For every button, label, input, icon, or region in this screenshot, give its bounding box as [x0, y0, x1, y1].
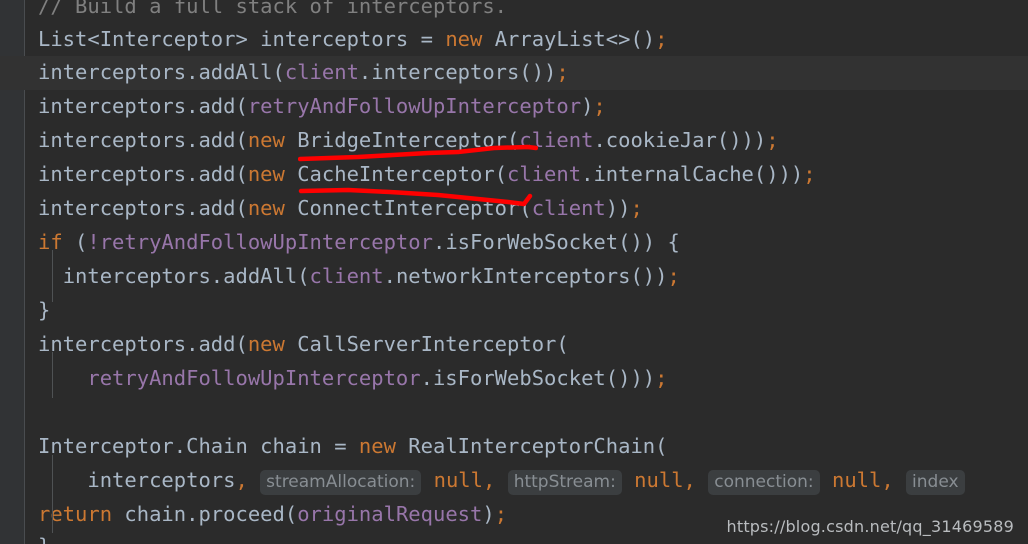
- method-token: networkInterceptors: [395, 264, 631, 288]
- code-line-blank[interactable]: [0, 396, 1028, 430]
- method-token: interceptors: [371, 60, 520, 84]
- inlay-hint-connection[interactable]: connection:: [708, 470, 820, 495]
- keyword-new: new: [247, 332, 285, 356]
- type-token: List<Interceptor>: [38, 27, 248, 51]
- inlay-hint-index[interactable]: index: [906, 470, 965, 495]
- inlay-hint-httpStream[interactable]: httpStream:: [507, 470, 622, 495]
- field-token: retryAndFollowUpInterceptor: [247, 94, 582, 118]
- field-token: client: [531, 196, 606, 220]
- variable-token: chain: [260, 434, 322, 458]
- method-token: proceed: [198, 502, 285, 526]
- variable-token: interceptors: [38, 196, 187, 220]
- method-token: isForWebSocket: [445, 230, 619, 254]
- code-line-highlighted[interactable]: interceptors.addAll(client.interceptors(…: [0, 56, 1028, 90]
- method-token: internalCache: [593, 162, 754, 186]
- indent-guide: [52, 250, 53, 302]
- code-line[interactable]: interceptors.add(retryAndFollowUpInterce…: [0, 90, 1028, 124]
- variable-token: interceptors: [38, 94, 187, 118]
- code-line[interactable]: List<Interceptor> interceptors = new Arr…: [0, 23, 1028, 57]
- code-line[interactable]: // Build a full stack of interceptors.: [0, 0, 1028, 24]
- method-token: add: [198, 94, 236, 118]
- variable-token: interceptors: [38, 332, 187, 356]
- literal-null: null: [433, 468, 483, 492]
- variable-token: interceptors: [38, 128, 187, 152]
- variable-token: chain: [124, 502, 187, 526]
- keyword-return: return: [38, 502, 113, 526]
- code-line[interactable]: Interceptor.Chain chain = new RealInterc…: [0, 430, 1028, 464]
- code-text-area[interactable]: // Build a full stack of interceptors. L…: [0, 0, 1028, 544]
- method-token: addAll: [223, 264, 298, 288]
- type-token: ArrayList<>: [494, 27, 631, 51]
- method-token: add: [198, 128, 236, 152]
- code-line[interactable]: interceptors.add(new BridgeInterceptor(c…: [0, 124, 1028, 158]
- indent-guide: [52, 455, 53, 533]
- field-token: originalRequest: [297, 502, 483, 526]
- variable-token: interceptors: [38, 162, 187, 186]
- field-token: client: [519, 128, 594, 152]
- code-line[interactable]: }: [0, 294, 1028, 328]
- method-token: isForWebSocket: [432, 366, 606, 390]
- code-line[interactable]: interceptors.add(new CallServerIntercept…: [0, 328, 1028, 362]
- variable-token: interceptors: [87, 468, 236, 492]
- code-line[interactable]: if (!retryAndFollowUpInterceptor.isForWe…: [0, 226, 1028, 260]
- method-token: add: [198, 196, 236, 220]
- code-line[interactable]: interceptors.add(new CacheInterceptor(cl…: [0, 158, 1028, 192]
- method-token: add: [198, 162, 236, 186]
- field-token: retryAndFollowUpInterceptor: [87, 366, 421, 390]
- code-line-with-inlay-hints[interactable]: interceptors, streamAllocation: null, ht…: [0, 464, 1028, 498]
- watermark-url: https://blog.csdn.net/qq_31469589: [726, 517, 1014, 536]
- type-token: RealInterceptorChain: [408, 434, 656, 458]
- variable-token: interceptors: [38, 60, 187, 84]
- variable-token: interceptors: [62, 264, 211, 288]
- code-line[interactable]: retryAndFollowUpInterceptor.isForWebSock…: [0, 362, 1028, 396]
- code-line[interactable]: interceptors.add(new ConnectInterceptor(…: [0, 192, 1028, 226]
- keyword-new: new: [247, 162, 285, 186]
- field-token: retryAndFollowUpInterceptor: [99, 230, 433, 254]
- comment-token: // Build a full stack of interceptors.: [38, 0, 507, 18]
- literal-null: null: [831, 468, 882, 492]
- method-token: cookieJar: [605, 128, 717, 152]
- keyword-new: new: [445, 27, 483, 51]
- field-token: client: [507, 162, 582, 186]
- field-token: client: [284, 60, 359, 84]
- method-token: add: [198, 332, 236, 356]
- type-token: CallServerInterceptor: [297, 332, 557, 356]
- variable-token: interceptors: [260, 27, 409, 51]
- type-token: CacheInterceptor: [297, 162, 495, 186]
- keyword-if: if: [38, 230, 63, 254]
- type-token: ConnectInterceptor: [297, 196, 520, 220]
- indent-guide: [52, 352, 53, 398]
- literal-null: null: [634, 468, 684, 492]
- keyword-new: new: [247, 196, 285, 220]
- field-token: client: [309, 264, 384, 288]
- method-token: addAll: [198, 60, 273, 84]
- type-token: BridgeInterceptor: [297, 128, 508, 152]
- keyword-new: new: [247, 128, 285, 152]
- code-line[interactable]: interceptors.addAll(client.networkInterc…: [0, 260, 1028, 294]
- type-token: Interceptor.Chain: [38, 434, 248, 458]
- code-editor-screenshot: // Build a full stack of interceptors. L…: [0, 0, 1028, 544]
- inlay-hint-streamAllocation[interactable]: streamAllocation:: [260, 470, 422, 495]
- keyword-new: new: [358, 434, 396, 458]
